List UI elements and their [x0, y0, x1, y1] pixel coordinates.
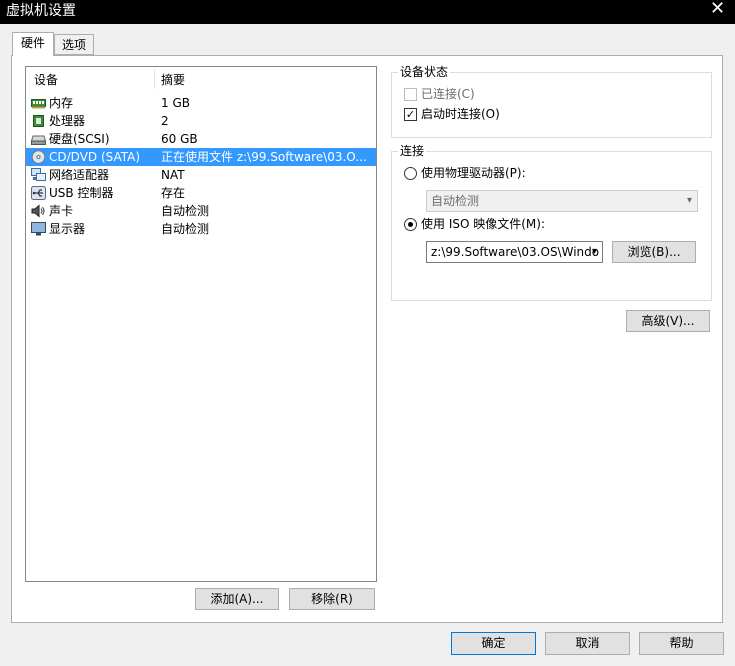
- advanced-button[interactable]: 高级(V)...: [626, 310, 710, 332]
- cd-dvd-icon: [31, 150, 46, 164]
- title-bar: 虚拟机设置 ✕: [0, 0, 735, 24]
- dialog-client-area: 硬件 选项 设备 摘要 内存 1 GB 处理器 2 硬盘(SCSI) 60 GB…: [0, 24, 735, 666]
- hard-disk-icon: [31, 135, 46, 145]
- window-title: 虚拟机设置: [6, 3, 76, 19]
- sound-card-icon: [31, 204, 45, 218]
- ok-button[interactable]: 确定: [451, 632, 536, 655]
- tab-hardware[interactable]: 硬件: [12, 32, 54, 56]
- hardware-panel: 设备 摘要 内存 1 GB 处理器 2 硬盘(SCSI) 60 GB CD/DV…: [11, 55, 723, 623]
- display-icon: [31, 222, 46, 236]
- physical-drive-value: 自动检测: [431, 194, 480, 208]
- device-summary: 自动检测: [161, 222, 210, 236]
- device-name: USB 控制器: [49, 186, 114, 200]
- connected-checkbox[interactable]: [404, 88, 417, 101]
- iso-image-label: 使用 ISO 映像文件(M):: [421, 217, 545, 231]
- iso-image-path-value: z:\99.Software\03.OS\Windo: [431, 245, 600, 259]
- close-icon[interactable]: ✕: [700, 0, 735, 20]
- radio-dot: [408, 222, 413, 227]
- device-row-memory[interactable]: 内存 1 GB: [26, 94, 376, 112]
- column-header-device[interactable]: 设备: [34, 71, 58, 88]
- device-row-usb-controller[interactable]: USB 控制器 存在: [26, 184, 376, 202]
- device-row-sound-card[interactable]: 声卡 自动检测: [26, 202, 376, 220]
- column-separator: [154, 69, 155, 89]
- device-name: 网络适配器: [49, 168, 110, 182]
- device-summary: 1 GB: [161, 96, 190, 110]
- processor-icon: [33, 115, 44, 127]
- chevron-down-icon: ▾: [591, 246, 597, 257]
- iso-image-radio[interactable]: [404, 218, 417, 231]
- physical-drive-select[interactable]: 自动检测 ▾: [426, 190, 698, 212]
- memory-icon: [31, 99, 46, 109]
- network-adapter-icon: [31, 168, 46, 181]
- device-summary: NAT: [161, 168, 185, 182]
- connection-title: 连接: [398, 144, 427, 158]
- column-header-summary[interactable]: 摘要: [161, 71, 185, 88]
- usb-icon: [31, 186, 46, 200]
- device-status-title: 设备状态: [398, 65, 451, 79]
- connected-label: 已连接(C): [421, 87, 475, 101]
- connect-at-power-on-label: 启动时连接(O): [421, 107, 500, 121]
- device-row-network-adapter[interactable]: 网络适配器 NAT: [26, 166, 376, 184]
- device-name: CD/DVD (SATA): [49, 150, 141, 164]
- tab-options[interactable]: 选项: [54, 34, 94, 55]
- device-summary: 2: [161, 114, 169, 128]
- device-row-hard-disk[interactable]: 硬盘(SCSI) 60 GB: [26, 130, 376, 148]
- device-list-header: 设备 摘要: [26, 67, 376, 91]
- physical-drive-label: 使用物理驱动器(P):: [421, 166, 526, 180]
- device-summary: 自动检测: [161, 204, 210, 218]
- device-list[interactable]: 设备 摘要 内存 1 GB 处理器 2 硬盘(SCSI) 60 GB CD/DV…: [25, 66, 377, 582]
- cancel-button[interactable]: 取消: [545, 632, 630, 655]
- device-summary: 正在使用文件 z:\99.Software\03.O...: [161, 150, 367, 164]
- physical-drive-radio[interactable]: [404, 167, 417, 180]
- device-summary: 存在: [161, 186, 186, 200]
- device-name: 内存: [49, 96, 74, 110]
- device-status-group: [391, 72, 712, 138]
- device-summary: 60 GB: [161, 132, 198, 146]
- iso-image-path-select[interactable]: z:\99.Software\03.OS\Windo ▾: [426, 241, 603, 263]
- vm-settings-window: 虚拟机设置 ✕ 硬件 选项 设备 摘要 内存 1 GB 处理器 2 硬盘(SCS…: [0, 0, 735, 666]
- device-row-cd-dvd[interactable]: CD/DVD (SATA) 正在使用文件 z:\99.Software\03.O…: [26, 148, 376, 166]
- add-device-button[interactable]: 添加(A)...: [195, 588, 279, 610]
- device-name: 显示器: [49, 222, 86, 236]
- help-button[interactable]: 帮助: [639, 632, 724, 655]
- device-row-processor[interactable]: 处理器 2: [26, 112, 376, 130]
- chevron-down-icon: ▾: [686, 195, 692, 206]
- browse-button[interactable]: 浏览(B)...: [612, 241, 696, 263]
- connect-at-power-on-checkbox[interactable]: ✓: [404, 108, 417, 121]
- remove-device-button[interactable]: 移除(R): [289, 588, 375, 610]
- device-name: 处理器: [49, 114, 86, 128]
- device-name: 硬盘(SCSI): [49, 132, 110, 146]
- device-name: 声卡: [49, 204, 74, 218]
- device-row-display[interactable]: 显示器 自动检测: [26, 220, 376, 238]
